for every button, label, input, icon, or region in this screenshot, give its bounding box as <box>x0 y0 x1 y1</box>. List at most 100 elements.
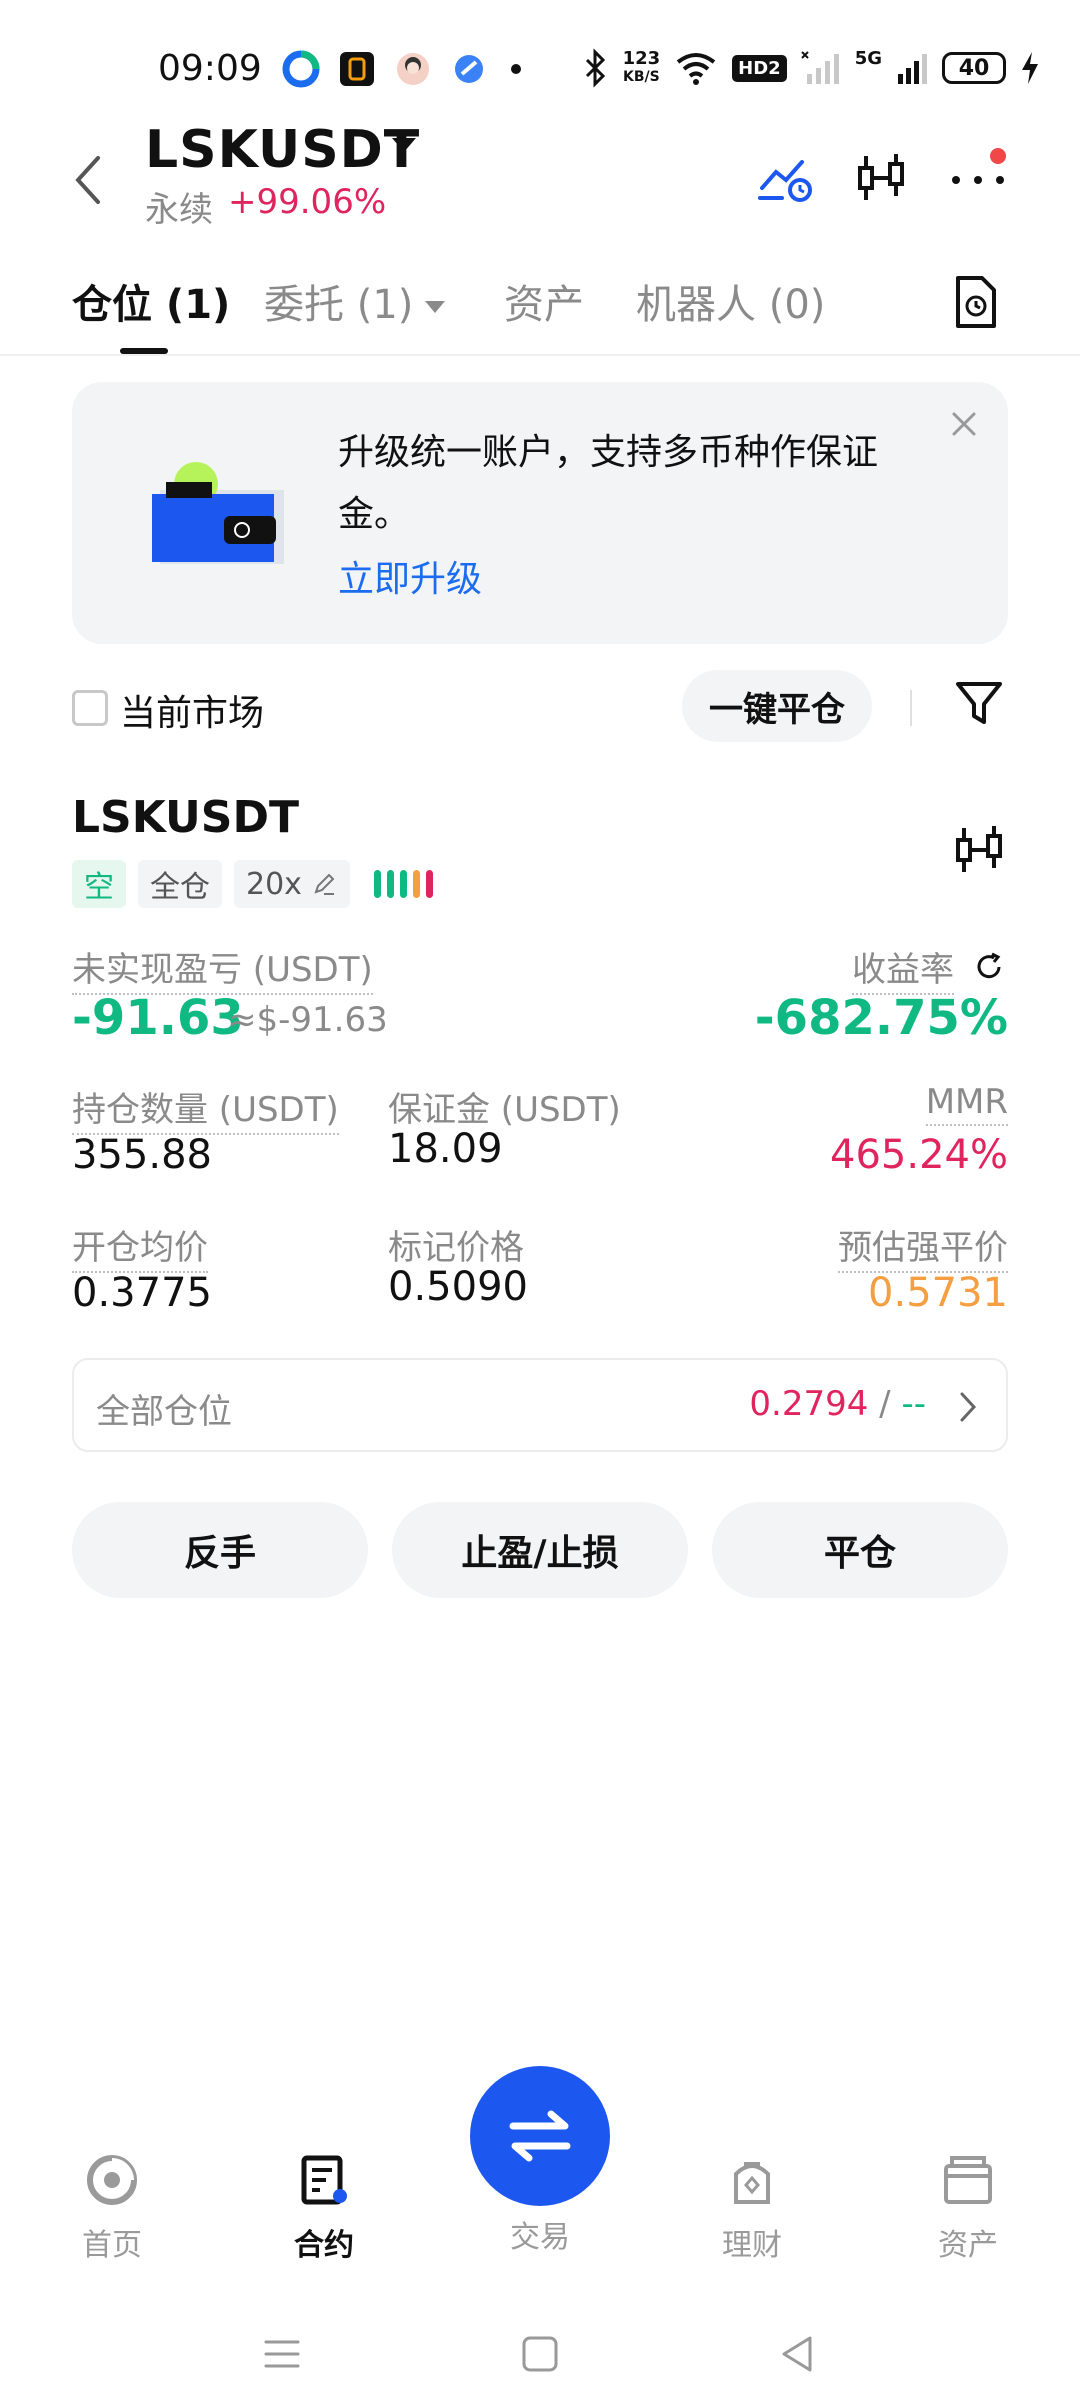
hd-badge: HD2 <box>732 54 787 82</box>
leverage-value: 20x <box>246 866 302 902</box>
swap-arrows-icon <box>509 2110 571 2162</box>
back-triangle-icon[interactable] <box>776 2332 820 2376</box>
futures-document-icon <box>301 2155 347 2205</box>
risk-bar <box>386 870 394 898</box>
roi-value: -682.75% <box>754 990 1008 1046</box>
upgrade-now-link[interactable]: 立即升级 <box>338 550 482 602</box>
tab-bots[interactable]: 机器人 (0) <box>636 272 825 330</box>
tp-sl-button[interactable]: 止盈/止损 <box>392 1502 688 1598</box>
entry-price-value: 0.3775 <box>72 1270 212 1316</box>
5g-badge: 5G <box>854 47 882 69</box>
unrealized-pnl-value: -91.63 <box>72 990 244 1046</box>
mmr-label[interactable]: MMR <box>925 1082 1008 1126</box>
entry-price-label[interactable]: 开仓均价 <box>72 1220 208 1273</box>
system-nav-bar <box>0 2300 1080 2400</box>
tab-assets[interactable]: 资产 <box>504 272 584 330</box>
banner-message: 升级统一账户，支持多币种作保证金。 <box>338 432 879 535</box>
blue-app-icon <box>455 55 483 83</box>
nav-home-label: 首页 <box>82 2228 142 2263</box>
battery-indicator: 40 <box>942 52 1006 84</box>
all-positions-values: 0.2794 / -- <box>749 1384 926 1424</box>
nav-assets[interactable]: 资产 <box>898 2152 1038 2264</box>
nav-earn[interactable]: 理财 <box>682 2152 822 2264</box>
nav-earn-label: 理财 <box>722 2228 782 2263</box>
avatar-app-icon <box>397 53 429 85</box>
current-market-label[interactable]: 当前市场 <box>120 684 264 736</box>
candlestick-icon[interactable] <box>950 820 1010 880</box>
risk-bar <box>412 870 420 898</box>
dot-icon <box>511 64 521 74</box>
candlestick-icon[interactable] <box>852 148 912 208</box>
tab-orders-label: 委托 (1) <box>264 282 414 328</box>
side-tag: 空 <box>72 860 126 908</box>
symbol-title[interactable]: LSKUSDT <box>145 120 420 180</box>
risk-level-indicator <box>373 870 433 898</box>
close-icon[interactable] <box>944 404 984 444</box>
all-positions-separator: / <box>868 1384 902 1424</box>
charging-icon <box>1022 52 1038 84</box>
signal-icon-1 <box>800 51 839 84</box>
close-all-button[interactable]: 一键平仓 <box>682 670 872 742</box>
all-positions-value: 0.2794 <box>749 1384 869 1424</box>
nav-trade-label: 交易 <box>510 2220 570 2255</box>
leverage-tag[interactable]: 20x <box>234 860 350 908</box>
tab-active-indicator <box>120 348 168 354</box>
all-positions-label: 全部仓位 <box>96 1392 232 1432</box>
home-square-icon[interactable] <box>518 2332 562 2376</box>
price-change: +99.06% <box>228 182 387 222</box>
chevron-down-icon <box>425 301 446 313</box>
roi-label[interactable]: 收益率 <box>852 942 954 995</box>
system-icons: 123 KB/S HD2 5G 40 <box>583 48 1040 88</box>
liq-price-label[interactable]: 预估强平价 <box>838 1220 1008 1273</box>
trade-button[interactable] <box>470 2066 610 2206</box>
close-position-button[interactable]: 平仓 <box>712 1502 1008 1598</box>
liq-price-value: 0.5731 <box>868 1270 1008 1316</box>
back-icon[interactable] <box>66 150 110 210</box>
contract-type: 永续 <box>145 190 213 230</box>
all-positions-tp: -- <box>901 1384 926 1424</box>
margin-mode-tag: 全仓 <box>138 860 222 908</box>
status-bar: 09:09 123 KB/S HD2 5G 40 <box>0 0 1080 130</box>
network-speed: 123 KB/S <box>622 48 661 86</box>
menu-icon[interactable] <box>260 2332 304 2376</box>
filter-icon[interactable] <box>952 676 1006 730</box>
unrealized-pnl-usd: ≈$-91.63 <box>228 1000 388 1040</box>
position-symbol[interactable]: LSKUSDT <box>72 792 299 843</box>
tab-orders[interactable]: 委托 (1) <box>264 272 446 330</box>
position-size-value: 355.88 <box>72 1132 212 1178</box>
position-tags: 空 全仓 20x <box>72 860 433 908</box>
filter-row: 当前市场 一键平仓 <box>72 668 1008 748</box>
tab-positions[interactable]: 仓位 (1) <box>72 272 230 330</box>
nav-futures-label: 合约 <box>294 2228 354 2263</box>
symbol-dropdown-caret-icon[interactable] <box>392 138 416 152</box>
mark-price-value: 0.5090 <box>388 1264 528 1310</box>
refresh-icon[interactable] <box>972 950 1006 984</box>
chevron-right-icon <box>960 1392 977 1422</box>
risk-bar <box>399 870 407 898</box>
status-time: 09:09 <box>158 48 262 89</box>
tab-bar: 仓位 (1) 委托 (1) 资产 机器人 (0) <box>0 260 1080 356</box>
header: LSKUSDT 永续 +99.06% <box>0 120 1080 240</box>
reverse-button[interactable]: 反手 <box>72 1502 368 1598</box>
position-size-label[interactable]: 持仓数量 (USDT) <box>72 1082 339 1135</box>
trend-alert-icon[interactable] <box>756 148 816 208</box>
unrealized-pnl-label[interactable]: 未实现盈亏 (USDT) <box>72 942 373 995</box>
more-menu-icon[interactable] <box>946 148 1016 208</box>
mmr-value: 465.24% <box>830 1132 1008 1178</box>
position-actions: 反手 止盈/止损 平仓 <box>72 1502 1008 1598</box>
upgrade-banner: 升级统一账户，支持多币种作保证金。 立即升级 <box>72 382 1008 644</box>
earn-bag-icon <box>734 2162 770 2204</box>
nav-home[interactable]: 首页 <box>42 2152 182 2264</box>
signal-icon-2 <box>898 54 927 84</box>
wallet-illustration-icon <box>152 462 284 564</box>
wallet-icon <box>944 2156 992 2204</box>
notification-icons <box>282 50 526 88</box>
all-positions-row[interactable]: 全部仓位 0.2794 / -- <box>72 1358 1008 1452</box>
edit-pencil-icon <box>314 873 335 895</box>
current-market-checkbox[interactable] <box>72 690 108 726</box>
history-document-icon[interactable] <box>952 274 1000 330</box>
margin-value: 18.09 <box>388 1126 503 1172</box>
nav-futures[interactable]: 合约 <box>254 2152 394 2264</box>
orange-app-icon <box>340 52 374 86</box>
nav-assets-label: 资产 <box>938 2228 998 2263</box>
